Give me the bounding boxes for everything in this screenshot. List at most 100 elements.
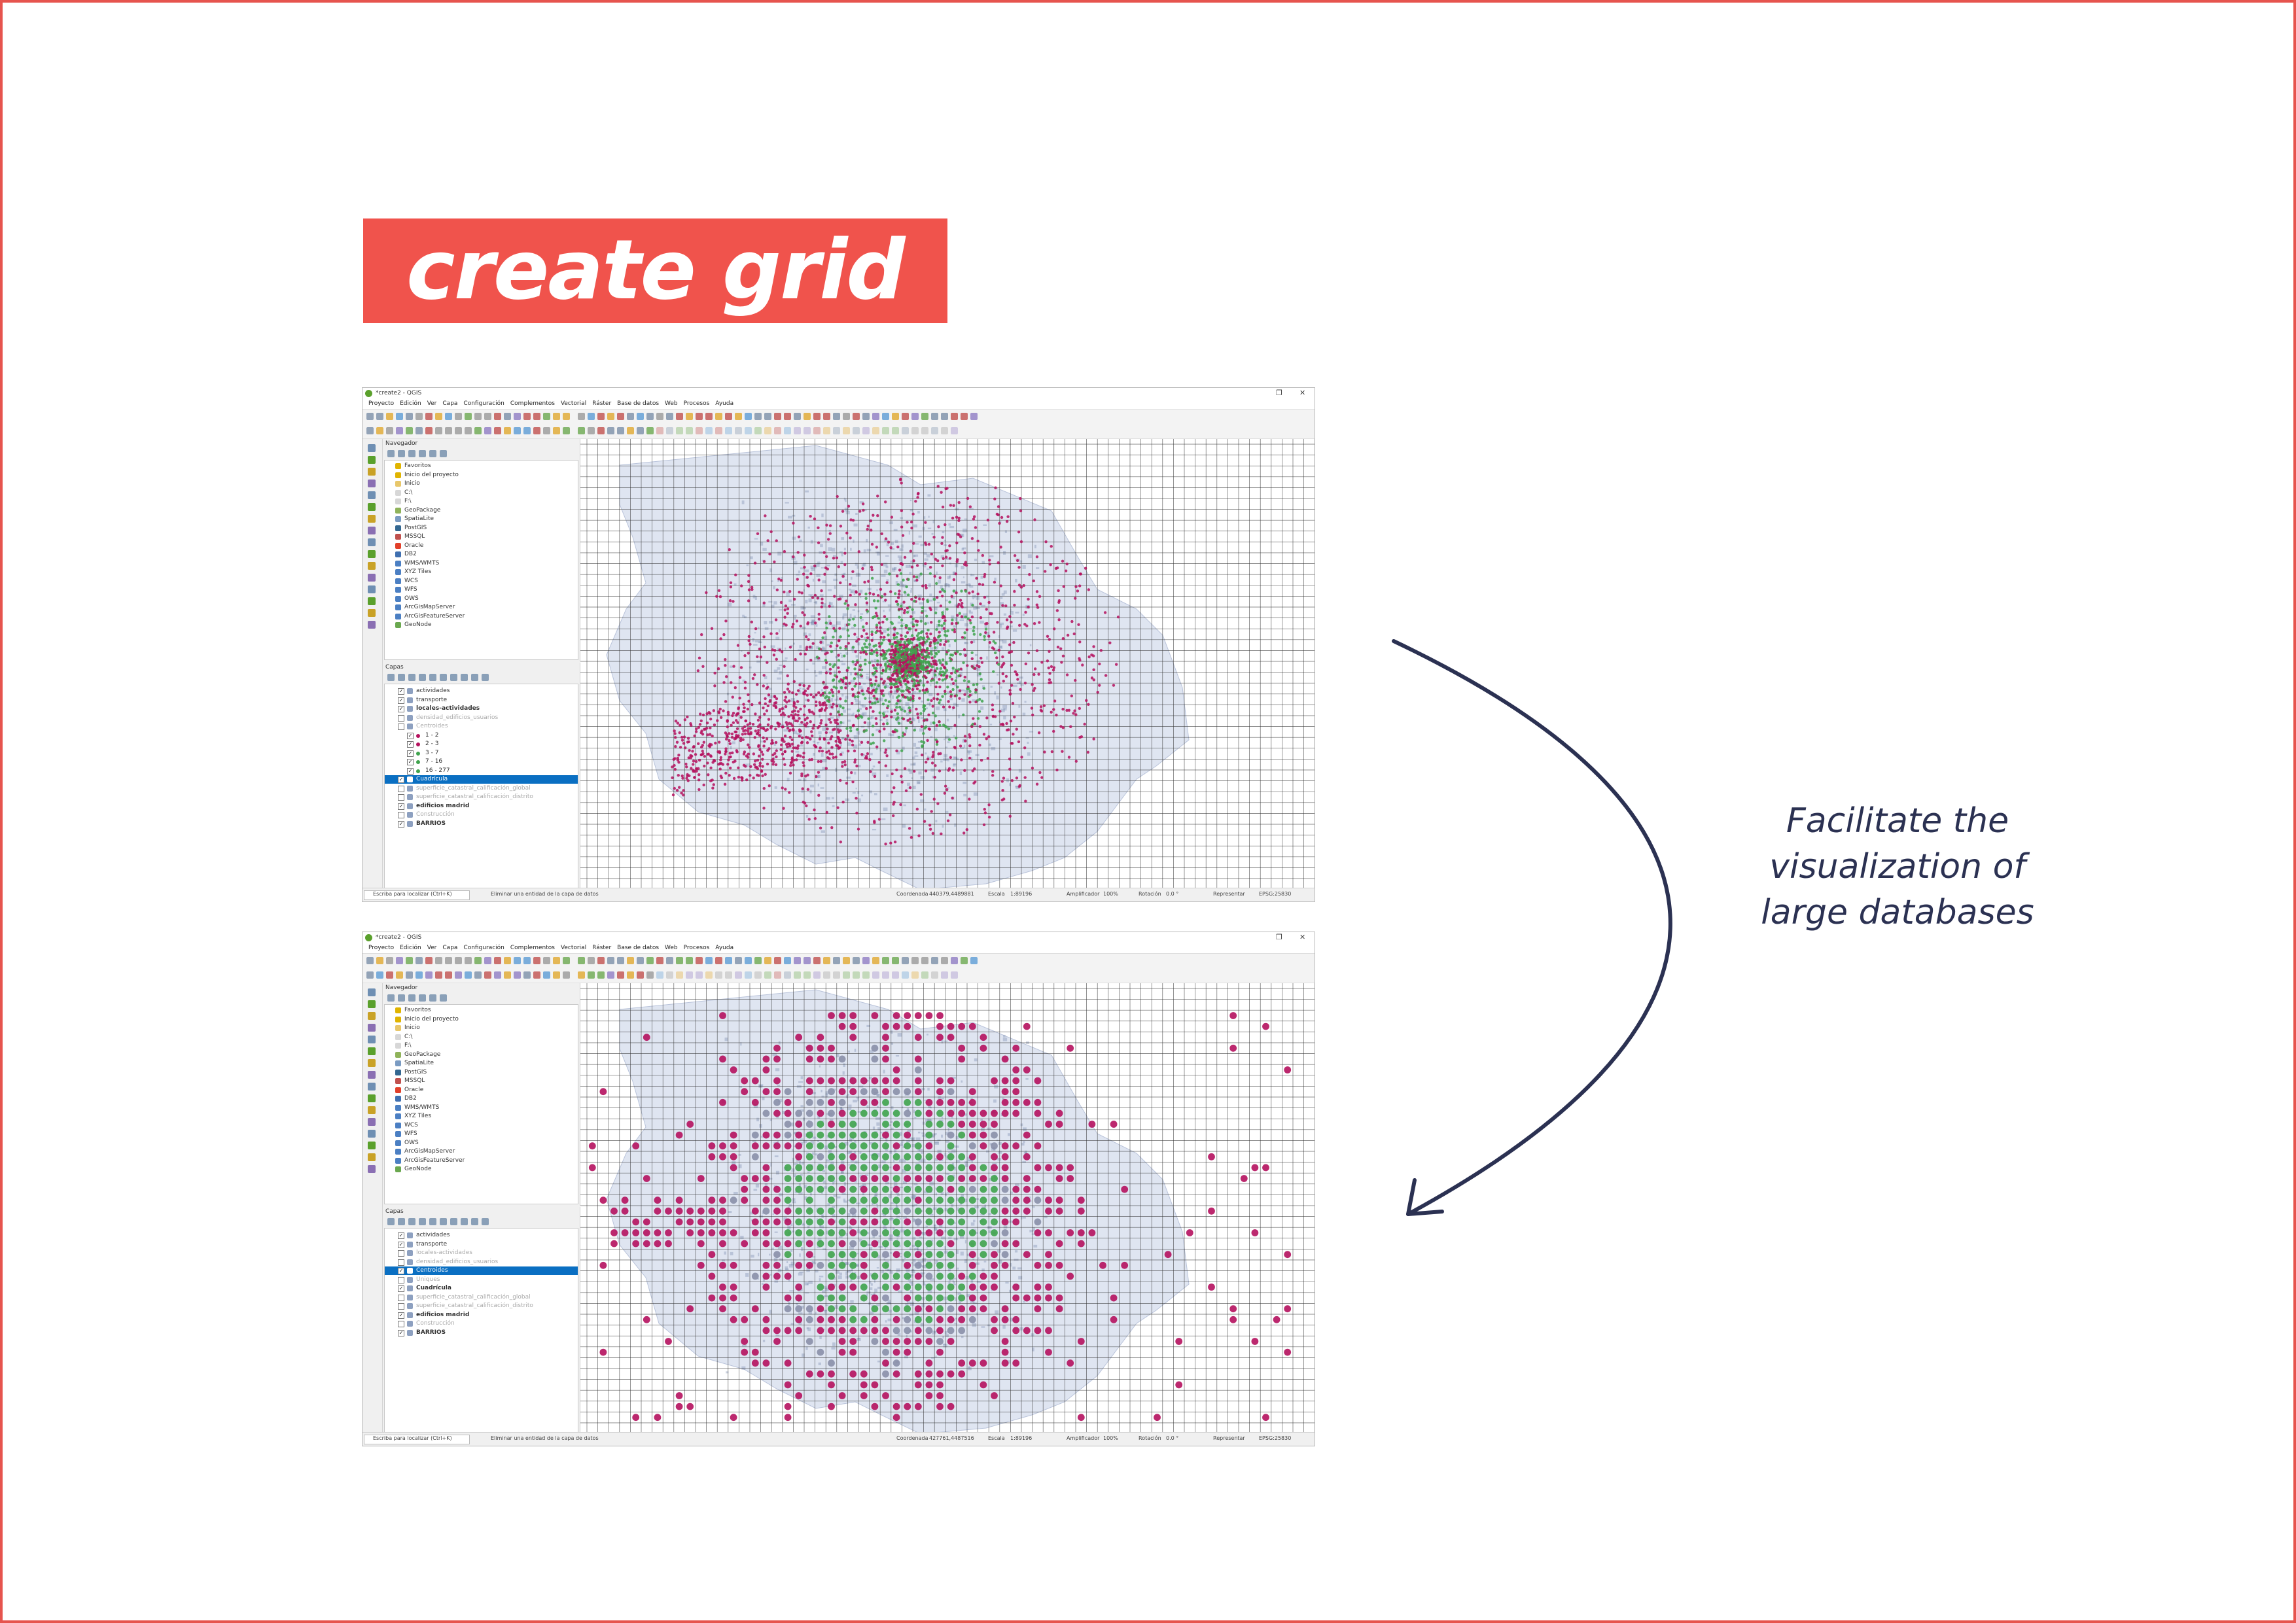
toolbar-tool-icon[interactable]	[386, 413, 393, 420]
toolbar-tool-icon[interactable]	[725, 413, 732, 420]
toolbar-tool-icon[interactable]	[853, 957, 860, 964]
panel-tool-icon[interactable]	[450, 674, 457, 681]
toolbar-tool-icon[interactable]	[892, 971, 899, 979]
toolbar-tool-icon[interactable]	[415, 971, 423, 979]
layer-visibility-checkbox[interactable]	[398, 724, 404, 730]
browser-item[interactable]: C:\	[385, 489, 578, 497]
browser-item[interactable]: DB2	[385, 550, 578, 559]
toolbar-tool-icon[interactable]	[396, 957, 403, 964]
toolbar-tool-icon[interactable]	[656, 957, 663, 964]
toolbar-tool-icon[interactable]	[465, 971, 472, 979]
menu-item[interactable]: Edición	[400, 399, 421, 409]
add-layer-icon[interactable]	[368, 1036, 376, 1043]
layer-visibility-checkbox[interactable]: ✓	[398, 1312, 404, 1319]
toolbar-tool-icon[interactable]	[637, 427, 644, 434]
menu-item[interactable]: Configuración	[463, 943, 504, 953]
toolbar-tool-icon[interactable]	[872, 971, 879, 979]
toolbar-tool-icon[interactable]	[735, 427, 742, 434]
layer-item[interactable]: ✓ locales-actividades	[385, 705, 578, 713]
panel-tool-icon[interactable]	[429, 1218, 436, 1225]
toolbar-tool-icon[interactable]	[833, 413, 840, 420]
toolbar-tool-icon[interactable]	[504, 957, 511, 964]
browser-item[interactable]: DB2	[385, 1094, 578, 1103]
toolbar-tool-icon[interactable]	[921, 427, 928, 434]
menu-item[interactable]: Ayuda	[715, 399, 733, 409]
layer-item[interactable]: Centroides	[385, 722, 578, 731]
browser-item[interactable]: PostGIS	[385, 524, 578, 532]
toolbar-tool-icon[interactable]	[578, 427, 585, 434]
toolbar-tool-icon[interactable]	[754, 413, 762, 420]
browser-item[interactable]: Inicio del proyecto	[385, 1015, 578, 1024]
toolbar-tool-icon[interactable]	[376, 413, 383, 420]
toolbar-tool-icon[interactable]	[617, 427, 624, 434]
panel-tool-icon[interactable]	[440, 450, 447, 457]
panel-tool-icon[interactable]	[398, 1218, 405, 1225]
toolbar-tool-icon[interactable]	[474, 427, 482, 434]
toolbar-tool-icon[interactable]	[911, 957, 919, 964]
layer-visibility-checkbox[interactable]: ✓	[407, 732, 414, 739]
toolbar-tool-icon[interactable]	[676, 427, 683, 434]
toolbar-tool-icon[interactable]	[696, 971, 703, 979]
toolbar-tool-icon[interactable]	[578, 957, 585, 964]
toolbar-tool-icon[interactable]	[911, 971, 919, 979]
browser-item[interactable]: ArcGisMapServer	[385, 1147, 578, 1156]
panel-tool-icon[interactable]	[408, 994, 415, 1002]
toolbar-tool-icon[interactable]	[843, 413, 850, 420]
scale-value[interactable]: 1:89196	[1010, 891, 1032, 897]
menu-item[interactable]: Complementos	[510, 943, 555, 953]
toolbar-tool-icon[interactable]	[656, 971, 663, 979]
toolbar-tool-icon[interactable]	[494, 413, 501, 420]
browser-item[interactable]: F:\	[385, 497, 578, 506]
add-layer-icon[interactable]	[368, 527, 376, 534]
add-layer-icon[interactable]	[368, 480, 376, 487]
toolbar-tool-icon[interactable]	[563, 957, 570, 964]
toolbar-tool-icon[interactable]	[745, 427, 752, 434]
toolbar-tool-icon[interactable]	[588, 957, 595, 964]
browser-item[interactable]: OWS	[385, 595, 578, 603]
toolbar-tool-icon[interactable]	[833, 957, 840, 964]
toolbar-tool-icon[interactable]	[872, 413, 879, 420]
layer-visibility-checkbox[interactable]: ✓	[407, 767, 414, 775]
toolbar-tool-icon[interactable]	[862, 427, 870, 434]
close-icon[interactable]: ✕	[1299, 933, 1305, 941]
toolbar-tool-icon[interactable]	[843, 427, 850, 434]
add-layer-icon[interactable]	[368, 468, 376, 476]
toolbar-tool-icon[interactable]	[715, 971, 722, 979]
toolbar-tool-icon[interactable]	[970, 957, 978, 964]
toolbar-tool-icon[interactable]	[415, 413, 423, 420]
toolbar-tool-icon[interactable]	[637, 971, 644, 979]
toolbar-tool-icon[interactable]	[494, 971, 501, 979]
panel-tool-icon[interactable]	[387, 450, 395, 457]
toolbar-tool-icon[interactable]	[425, 957, 433, 964]
layer-visibility-checkbox[interactable]	[398, 1294, 404, 1301]
map-svg[interactable]	[580, 983, 1315, 1433]
toolbar-tool-icon[interactable]	[941, 971, 948, 979]
toolbar-tool-icon[interactable]	[533, 413, 540, 420]
toolbar-tool-icon[interactable]	[794, 957, 801, 964]
add-layer-icon[interactable]	[368, 562, 376, 570]
toolbar-tool-icon[interactable]	[715, 427, 722, 434]
menu-item[interactable]: Capa	[442, 943, 457, 953]
toolbar-tool-icon[interactable]	[514, 971, 521, 979]
layer-visibility-checkbox[interactable]: ✓	[398, 697, 404, 704]
browser-item[interactable]: Inicio	[385, 480, 578, 488]
toolbar-tool-icon[interactable]	[563, 413, 570, 420]
toolbar-tool-icon[interactable]	[813, 971, 821, 979]
add-layer-icon[interactable]	[368, 1153, 376, 1161]
coordinate-value[interactable]: 440379,4489881	[929, 891, 974, 897]
toolbar-tool-icon[interactable]	[588, 427, 595, 434]
toolbar-tool-icon[interactable]	[696, 427, 703, 434]
browser-item[interactable]: WFS	[385, 585, 578, 594]
toolbar-tool-icon[interactable]	[862, 413, 870, 420]
toolbar-tool-icon[interactable]	[833, 427, 840, 434]
layer-visibility-checkbox[interactable]: ✓	[398, 803, 404, 810]
toolbar-tool-icon[interactable]	[745, 413, 752, 420]
toolbar-tool-icon[interactable]	[911, 427, 919, 434]
add-layer-icon[interactable]	[368, 1106, 376, 1114]
layer-visibility-checkbox[interactable]: ✓	[398, 1241, 404, 1248]
layer-item[interactable]: ✓ actividades	[385, 1231, 578, 1240]
panel-tool-icon[interactable]	[429, 994, 436, 1002]
toolbar-tool-icon[interactable]	[676, 413, 683, 420]
toolbar-tool-icon[interactable]	[705, 971, 713, 979]
menu-item[interactable]: Ver	[427, 943, 437, 953]
